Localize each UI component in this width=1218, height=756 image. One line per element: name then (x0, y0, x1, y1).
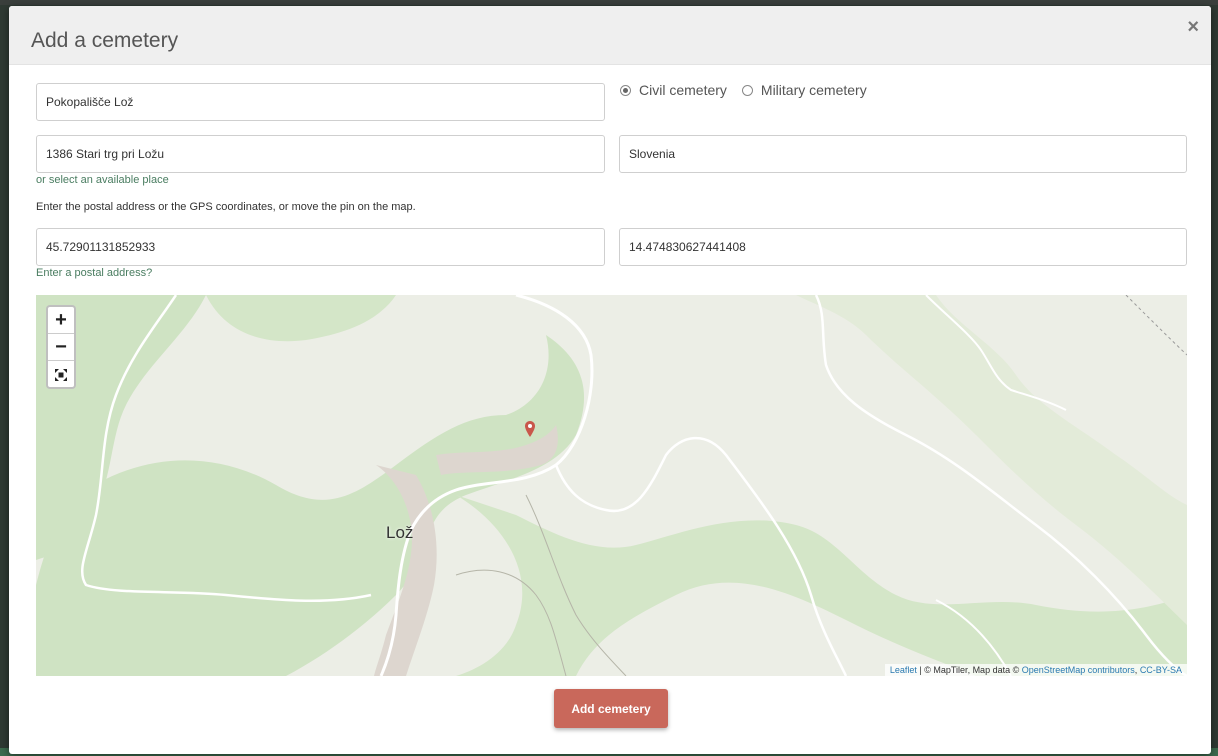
fullscreen-icon (55, 368, 67, 381)
modal-header: Add a cemetery × (9, 6, 1211, 65)
attribution-separator: | © (916, 665, 934, 675)
map-view[interactable]: + − Lož Leaflet | © MapTiler, Map data ©… (36, 295, 1187, 676)
license-link[interactable]: CC-BY-SA (1140, 665, 1182, 675)
cemetery-name-input[interactable] (36, 83, 605, 121)
add-cemetery-button[interactable]: Add cemetery (554, 689, 668, 728)
map-pin-icon[interactable] (525, 421, 535, 437)
town-label: Lož (386, 523, 414, 542)
civil-cemetery-label: Civil cemetery (639, 82, 727, 98)
maptiler-link[interactable]: MapTiler (933, 665, 967, 675)
enter-postal-address-link[interactable]: Enter a postal address? (36, 267, 152, 279)
map-pin-marker[interactable] (525, 421, 535, 442)
latitude-input[interactable] (36, 228, 605, 266)
military-cemetery-radio[interactable]: Military cemetery (741, 82, 867, 98)
cemetery-type-radio-group: Civil cemetery Military cemetery (620, 82, 882, 98)
radio-unchecked-icon[interactable] (741, 84, 753, 96)
civil-cemetery-radio[interactable]: Civil cemetery (620, 82, 727, 98)
zoom-control: + − (46, 305, 76, 389)
fullscreen-button[interactable] (48, 361, 74, 387)
add-cemetery-modal: Add a cemetery × Civil cemetery Military… (9, 6, 1211, 754)
leaflet-link[interactable]: Leaflet (890, 665, 917, 675)
radio-checked-icon[interactable] (620, 84, 631, 96)
map-tiles[interactable] (36, 295, 1187, 676)
select-available-place-link[interactable]: or select an available place (36, 174, 169, 186)
longitude-input[interactable] (619, 228, 1187, 266)
modal-title: Add a cemetery (31, 29, 179, 52)
military-cemetery-label: Military cemetery (760, 82, 867, 98)
coordinates-help-text: Enter the postal address or the GPS coor… (36, 201, 416, 213)
close-icon[interactable]: × (1187, 17, 1199, 37)
zoom-out-button[interactable]: − (48, 334, 74, 361)
zoom-in-button[interactable]: + (48, 307, 74, 334)
attribution-map-data: , Map data © (967, 665, 1022, 675)
city-input[interactable] (36, 135, 605, 173)
country-input[interactable] (619, 135, 1187, 173)
osm-link[interactable]: OpenStreetMap contributors (1022, 665, 1135, 675)
map-attribution: Leaflet | © MapTiler, Map data © OpenStr… (884, 664, 1187, 676)
page-background-top (0, 0, 1218, 5)
